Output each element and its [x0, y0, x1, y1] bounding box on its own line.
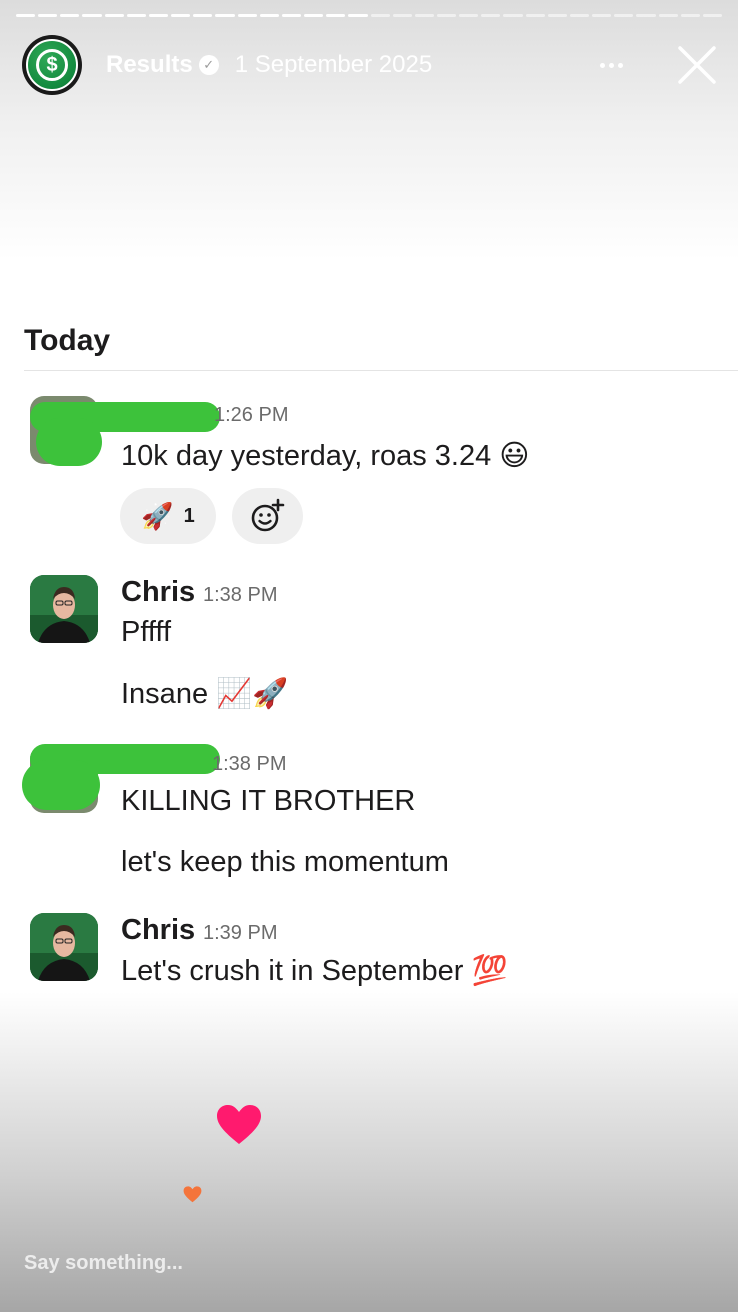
story-avatar[interactable]: $	[22, 35, 82, 95]
person-photo-icon	[30, 575, 98, 643]
add-reaction-button[interactable]	[232, 488, 303, 544]
story-header: $ Results ✓ 1 September 2025	[22, 34, 720, 96]
message-time: 1:26 PM	[214, 404, 289, 426]
story-account-name[interactable]: Results	[106, 51, 193, 79]
day-divider-label: Today	[24, 324, 111, 357]
story-progress	[16, 14, 722, 18]
message-time: 1:38 PM	[212, 753, 287, 775]
more-options-button[interactable]	[594, 51, 628, 79]
redaction-scribble	[22, 760, 100, 810]
message-text: let's keep this momentum	[121, 846, 449, 878]
message-text: KILLING IT BROTHER	[121, 785, 416, 817]
verified-badge-icon: ✓	[198, 55, 219, 75]
close-icon[interactable]	[674, 42, 720, 88]
progress-segment-2	[370, 14, 722, 18]
dollar-icon: $	[36, 49, 68, 81]
add-emoji-icon	[251, 498, 284, 532]
message-time: 1:38 PM	[203, 584, 278, 606]
heart-icon	[217, 1105, 261, 1144]
message-text: Insane 📈🚀	[121, 678, 289, 710]
reaction-count: 1	[183, 504, 195, 527]
message-time: 1:39 PM	[203, 922, 278, 944]
message-author[interactable]: Chris	[121, 576, 195, 609]
redaction-scribble	[36, 418, 102, 466]
message-text: Let's crush it in September 💯	[121, 955, 508, 987]
rocket-icon: 🚀	[141, 500, 174, 531]
person-photo-icon	[30, 913, 98, 981]
message-text: Pffff	[121, 616, 171, 648]
story-date: 1 September 2025	[234, 51, 433, 78]
progress-segment-1	[16, 14, 368, 18]
reply-input[interactable]: Say something...	[24, 1252, 183, 1275]
chris-avatar[interactable]	[30, 913, 98, 981]
reaction-rocket[interactable]: 🚀 1	[120, 488, 216, 544]
message-author[interactable]: Chris	[121, 914, 195, 947]
message-text: 10k day yesterday, roas 3.24 😃	[121, 440, 530, 472]
chris-avatar[interactable]	[30, 575, 98, 643]
heart-icon	[183, 1186, 202, 1203]
day-divider-line	[24, 370, 738, 371]
